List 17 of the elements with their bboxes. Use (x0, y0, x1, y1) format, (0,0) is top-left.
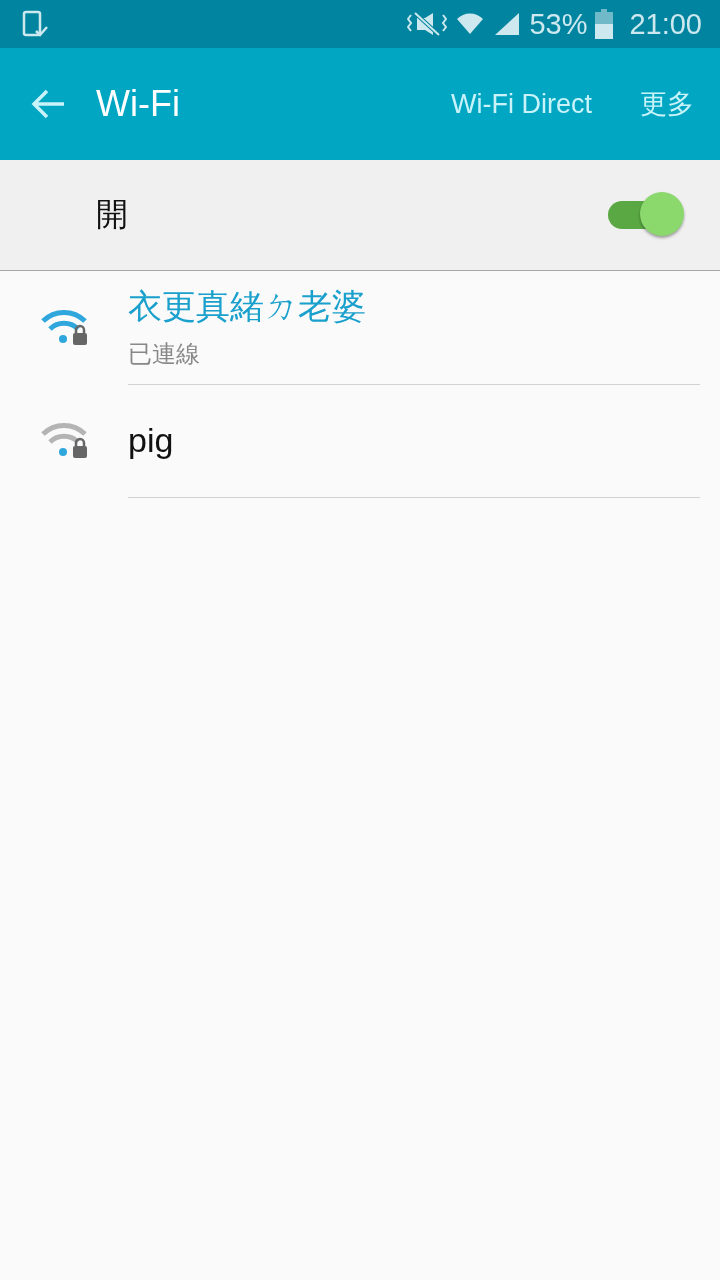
signal-icon (493, 11, 522, 37)
toolbar-action[interactable]: 更多 (640, 86, 694, 122)
battery-percent: 53% (529, 7, 588, 41)
wifi-lock-icon (40, 308, 90, 347)
wifi-toggle[interactable] (608, 192, 684, 238)
screen-title: Wi-Fi (96, 83, 181, 125)
switch-label: 開 (96, 195, 129, 234)
toolbar-action[interactable]: Wi-Fi Direct (451, 88, 592, 120)
phone-check-icon (22, 10, 48, 38)
network-name[interactable]: 衣更真緒ㄉ老婆 (128, 284, 700, 330)
wifi-lock-icon (40, 421, 90, 460)
clock: 21:00 (629, 7, 702, 41)
back-icon[interactable] (30, 88, 66, 120)
vibrate-mute-icon (407, 11, 448, 37)
network-name[interactable]: pig (128, 420, 700, 460)
connection-status: 已連線 (128, 339, 201, 369)
battery-icon (595, 9, 614, 39)
